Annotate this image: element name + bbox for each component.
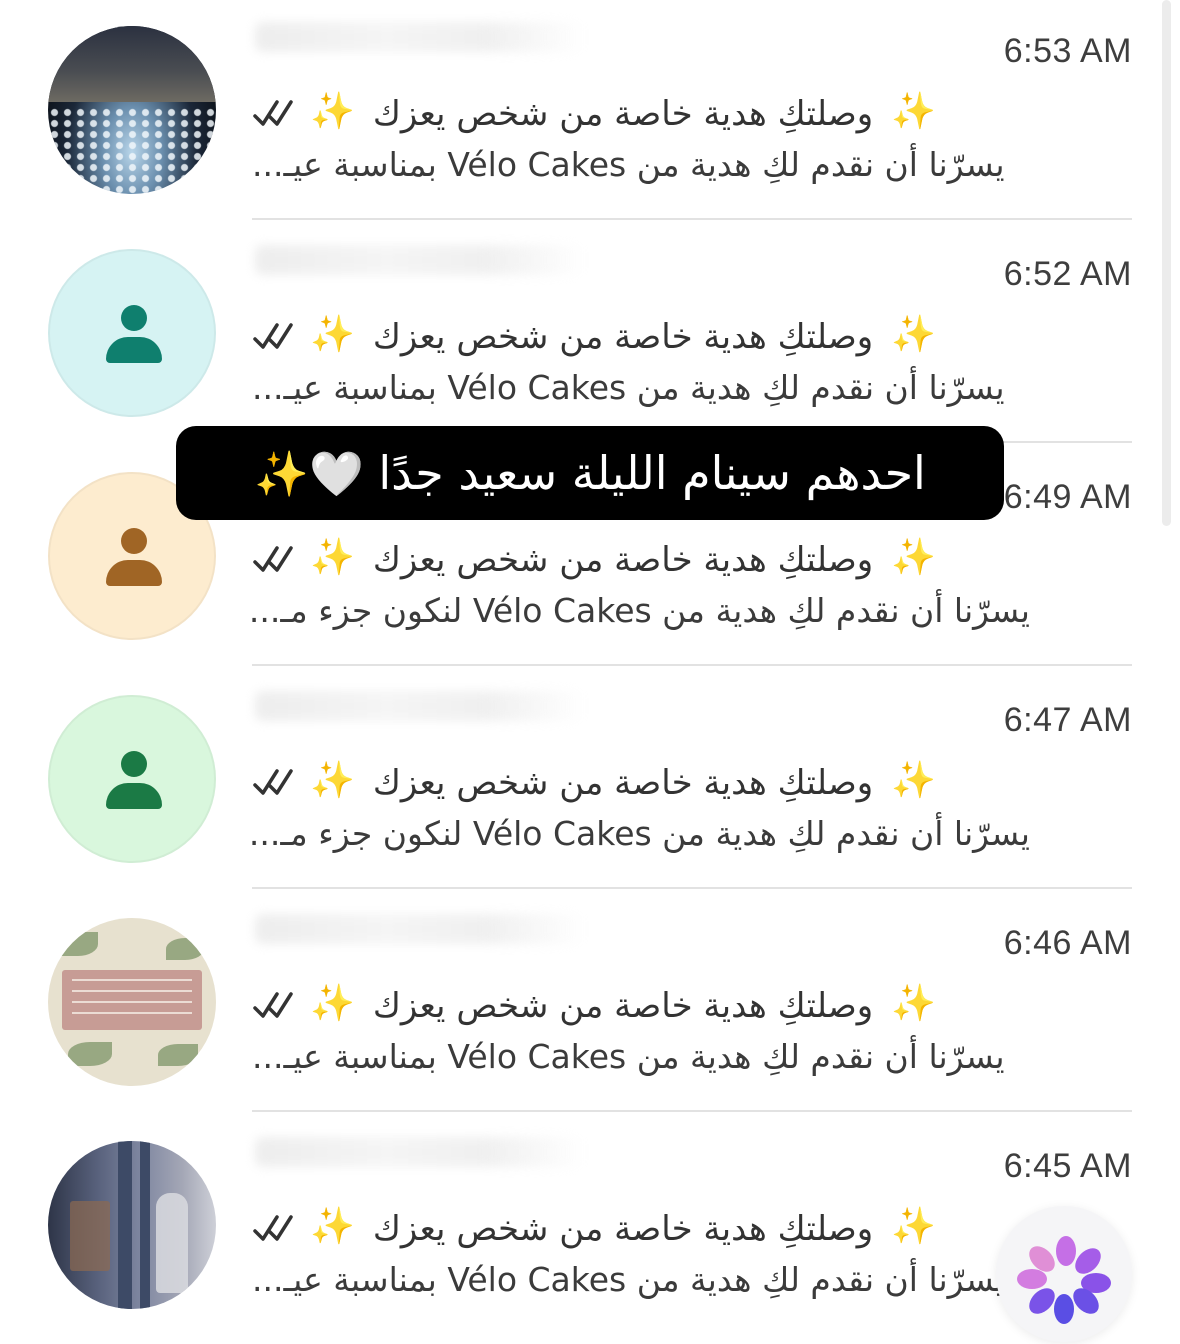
message-title: ✨ وصلتكِ هدية خاصة من شخص يعزك ✨ <box>252 534 942 586</box>
message-preview: يسرّنا أن نقدم لكِ هدية من Vélo Cakes لن… <box>248 814 1030 853</box>
conversation-list: 6:53 AM ✨ وصلتكِ هدية خاصة من شخص يعزك ✨… <box>0 0 1180 1344</box>
sparkle-icon: ✨ <box>891 314 936 355</box>
message-title-text: وصلتكِ هدية خاصة من شخص يعزك <box>372 1209 874 1249</box>
avatar[interactable] <box>48 918 216 1086</box>
sparkle-icon: ✨ <box>310 1206 355 1247</box>
message-title: ✨ وصلتكِ هدية خاصة من شخص يعزك ✨ <box>252 980 942 1032</box>
avatar[interactable] <box>48 249 216 417</box>
sparkle-icon: ✨ <box>891 91 936 132</box>
message-title-text: وصلتكِ هدية خاصة من شخص يعزك <box>372 317 874 357</box>
avatar[interactable] <box>48 26 216 194</box>
quote-card <box>62 970 202 1030</box>
caption-text: احدهم سينام الليلة سعيد جدًا <box>378 446 926 500</box>
conversation-row[interactable]: 6:46 AM ✨ وصلتكِ هدية خاصة من شخص يعزك ✨… <box>0 892 1160 1115</box>
message-time: 6:47 AM <box>1003 701 1132 739</box>
avatar[interactable] <box>48 695 216 863</box>
message-preview: يسرّنا أن نقدم لكِ هدية من Vélo Cakes لن… <box>248 591 1030 630</box>
contact-name-redacted <box>255 245 585 275</box>
sparkle-icon: ✨ <box>310 314 355 355</box>
sparkle-icon: ✨ <box>310 537 355 578</box>
message-preview: يسرّنا أن نقدم لكِ هدية من Vélo Cakes بم… <box>252 368 1005 407</box>
contact-name-redacted <box>255 22 585 52</box>
message-time: 6:49 AM <box>1003 478 1132 516</box>
contact-name-redacted <box>255 1137 585 1167</box>
person-icon <box>106 528 162 588</box>
message-title-text: وصلتكِ هدية خاصة من شخص يعزك <box>372 540 874 580</box>
double-check-icon <box>253 992 293 1018</box>
sparkle-icon: ✨ <box>891 760 936 801</box>
message-title-text: وصلتكِ هدية خاصة من شخص يعزك <box>372 763 874 803</box>
message-time: 6:45 AM <box>1003 1147 1132 1185</box>
message-title: ✨ وصلتكِ هدية خاصة من شخص يعزك ✨ <box>252 1203 942 1255</box>
sparkle-icon: ✨ <box>891 1206 936 1247</box>
message-title-text: وصلتكِ هدية خاصة من شخص يعزك <box>372 986 874 1026</box>
flower-spinner-icon <box>996 1206 1132 1342</box>
message-time: 6:52 AM <box>1003 255 1132 293</box>
sparkle-icon: ✨ <box>310 760 355 801</box>
sparkle-icon: ✨ <box>310 983 355 1024</box>
scrollbar[interactable] <box>1162 0 1171 526</box>
divider <box>252 887 1132 889</box>
conversation-row[interactable]: 6:52 AM ✨ وصلتكِ هدية خاصة من شخص يعزك ✨… <box>0 223 1160 446</box>
divider <box>252 218 1132 220</box>
sparkle-icon: ✨ <box>310 91 355 132</box>
double-check-icon <box>253 546 293 572</box>
message-time: 6:46 AM <box>1003 924 1132 962</box>
message-preview: يسرّنا أن نقدم لكِ هدية من Vélo Cakes بم… <box>252 1260 1005 1299</box>
conversation-row[interactable]: 6:47 AM ✨ وصلتكِ هدية خاصة من شخص يعزك ✨… <box>0 669 1160 892</box>
double-check-icon <box>253 769 293 795</box>
person-icon <box>106 751 162 811</box>
flower-spinner-button[interactable] <box>996 1206 1132 1342</box>
double-check-icon <box>253 1215 293 1241</box>
contact-name-redacted <box>255 691 585 721</box>
caption-emoji: 🤍✨ <box>254 449 364 500</box>
message-title: ✨ وصلتكِ هدية خاصة من شخص يعزك ✨ <box>252 88 942 140</box>
double-check-icon <box>253 100 293 126</box>
double-check-icon <box>253 323 293 349</box>
message-title: ✨ وصلتكِ هدية خاصة من شخص يعزك ✨ <box>252 311 942 363</box>
divider <box>252 664 1132 666</box>
message-preview: يسرّنا أن نقدم لكِ هدية من Vélo Cakes بم… <box>252 1037 1005 1076</box>
message-preview: يسرّنا أن نقدم لكِ هدية من Vélo Cakes بم… <box>252 145 1005 184</box>
sparkle-icon: ✨ <box>891 983 936 1024</box>
divider <box>252 1110 1132 1112</box>
message-title: ✨ وصلتكِ هدية خاصة من شخص يعزك ✨ <box>252 757 942 809</box>
conversation-row[interactable]: 6:53 AM ✨ وصلتكِ هدية خاصة من شخص يعزك ✨… <box>0 0 1160 223</box>
person-icon <box>106 305 162 365</box>
contact-name-redacted <box>255 914 585 944</box>
message-title-text: وصلتكِ هدية خاصة من شخص يعزك <box>372 94 874 134</box>
sparkle-icon: ✨ <box>891 537 936 578</box>
avatar[interactable] <box>48 1141 216 1309</box>
story-caption: احدهم سينام الليلة سعيد جدًا 🤍✨ <box>176 426 1004 520</box>
message-time: 6:53 AM <box>1003 32 1132 70</box>
conversation-row[interactable]: 6:45 AM ✨ وصلتكِ هدية خاصة من شخص يعزك ✨… <box>0 1115 1160 1338</box>
